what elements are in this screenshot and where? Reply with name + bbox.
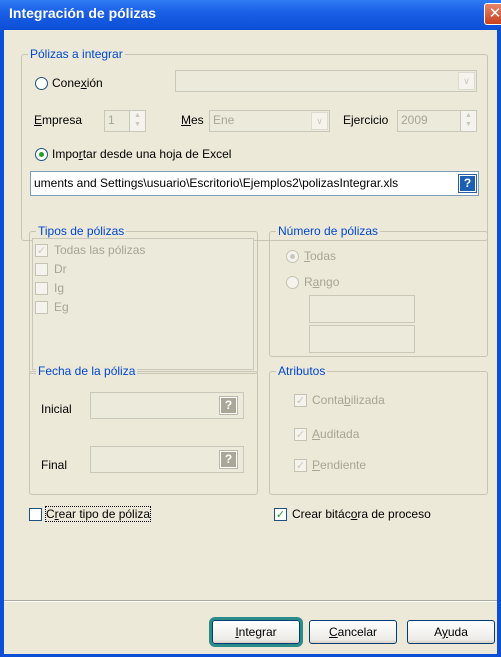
close-icon[interactable]: ✕ [484, 3, 501, 25]
excel-path-input[interactable]: uments and Settings\usuario\Escritorio\E… [30, 171, 479, 196]
chevron-down-icon[interactable]: ∨ [458, 72, 475, 90]
spin-up-icon[interactable]: ▲ [134, 112, 141, 119]
ejercicio-stepper[interactable]: 2009 ▲ ▼ [397, 110, 477, 132]
group-fecha-poliza: Fecha de la póliza [29, 364, 258, 495]
checkbox-eg[interactable] [35, 301, 48, 314]
checkbox-ig[interactable] [35, 282, 48, 295]
checkbox-dr-label[interactable]: Dr [54, 262, 67, 276]
checkbox-contabilizada[interactable]: ✓ [294, 394, 307, 407]
ayuda-button[interactable]: Ayuda [407, 620, 495, 644]
spin-up-icon[interactable]: ▲ [465, 112, 472, 119]
spin-down-icon[interactable]: ▼ [465, 121, 472, 128]
checkbox-crear-bitacora[interactable]: ✓ [274, 508, 287, 521]
group-numero-polizas-legend: Número de pólizas [276, 224, 381, 238]
help-icon[interactable]: ? [220, 451, 237, 468]
checkbox-todas-polizas[interactable]: ✓ [35, 244, 48, 257]
dialog-client: Pólizas a integrar Conexión ∨ Empresa 1 … [4, 30, 497, 654]
checkbox-todas-polizas-label[interactable]: Todas las pólizas [54, 243, 145, 257]
checkbox-ig-label[interactable]: Ig [54, 281, 64, 295]
fecha-inicial-input[interactable]: ? [90, 392, 244, 419]
checkbox-auditada[interactable]: ✓ [294, 428, 307, 441]
radio-dot [39, 152, 44, 157]
fecha-final-input[interactable]: ? [90, 446, 244, 473]
radio-importar-excel[interactable] [35, 148, 48, 161]
dialog-window: Integración de pólizas ✕ Pólizas a integ… [0, 0, 501, 657]
radio-importar-excel-label[interactable]: Importar desde una hoja de Excel [52, 147, 231, 161]
mes-value: Ene [213, 113, 235, 127]
ejercicio-value: 2009 [401, 113, 428, 127]
group-tipos-polizas-legend: Tipos de pólizas [36, 224, 127, 238]
empresa-stepper[interactable]: 1 ▲ ▼ [104, 110, 146, 132]
empresa-spin[interactable]: ▲ ▼ [129, 111, 145, 131]
radio-dot [290, 254, 295, 259]
checkbox-crear-bitacora-label[interactable]: Crear bitácora de proceso [292, 507, 431, 521]
help-icon[interactable]: ? [459, 175, 476, 192]
footer-separator [4, 600, 497, 602]
rango-desde-input[interactable] [309, 295, 415, 323]
checkbox-crear-tipo-poliza-label[interactable]: Crear tipo de póliza [44, 506, 152, 522]
radio-todas-label[interactable]: Todas [304, 249, 336, 263]
radio-conexion[interactable] [35, 77, 48, 90]
radio-conexion-label[interactable]: Conexión [52, 76, 103, 90]
chevron-down-icon[interactable]: ∨ [311, 112, 328, 130]
fecha-inicial-label: Inicial [41, 402, 72, 416]
mes-label: Mes [181, 113, 204, 127]
radio-todas[interactable] [286, 250, 299, 263]
title-bar[interactable]: Integración de pólizas ✕ [0, 0, 501, 30]
mes-combo[interactable]: Ene ∨ [209, 110, 330, 132]
excel-path-value: uments and Settings\usuario\Escritorio\E… [34, 176, 399, 190]
conexion-combo[interactable]: ∨ [175, 70, 477, 92]
rango-hasta-input[interactable] [309, 325, 415, 353]
empresa-value: 1 [108, 113, 115, 127]
integrar-button[interactable]: Integrar [212, 620, 300, 644]
checkbox-dr[interactable] [35, 263, 48, 276]
ejercicio-spin[interactable]: ▲ ▼ [460, 111, 476, 131]
checkbox-auditada-label[interactable]: Auditada [312, 427, 359, 441]
ejercicio-label: Ejercicio [343, 113, 389, 127]
checkbox-pendiente[interactable]: ✓ [294, 459, 307, 472]
window-title: Integración de pólizas [9, 5, 157, 21]
radio-rango-label[interactable]: Rango [304, 275, 339, 289]
cancelar-button[interactable]: Cancelar [309, 620, 397, 644]
radio-rango[interactable] [286, 276, 299, 289]
checkbox-eg-label[interactable]: Eg [54, 300, 69, 314]
fecha-final-label: Final [41, 458, 68, 472]
checkbox-pendiente-label[interactable]: Pendiente [312, 458, 366, 472]
help-icon[interactable]: ? [220, 397, 237, 414]
group-polizas-integrar-legend: Pólizas a integrar [28, 47, 125, 61]
spin-down-icon[interactable]: ▼ [134, 121, 141, 128]
empresa-label: Empresa [34, 113, 83, 127]
group-atributos-legend: Atributos [276, 364, 328, 378]
checkbox-crear-tipo-poliza[interactable] [29, 508, 42, 521]
group-fecha-poliza-legend: Fecha de la póliza [36, 364, 138, 378]
checkbox-contabilizada-label[interactable]: Contabilizada [312, 393, 385, 407]
